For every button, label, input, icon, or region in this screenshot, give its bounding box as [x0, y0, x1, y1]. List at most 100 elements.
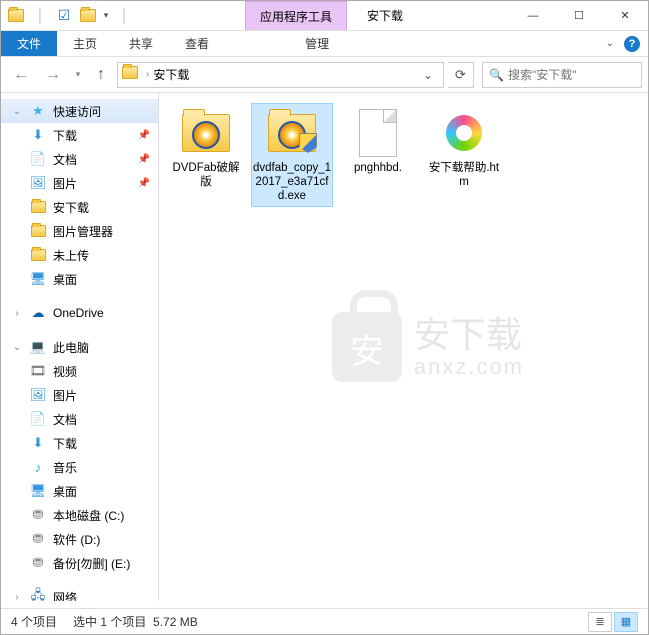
expand-icon[interactable]: ›	[11, 592, 23, 602]
titlebar: | ☑ ▾ | 应用程序工具 安下载 — ☐ ✕	[1, 1, 648, 31]
expand-icon[interactable]: ⌄	[11, 106, 23, 117]
new-folder-icon[interactable]	[77, 5, 99, 27]
sidebar-onedrive[interactable]: ›☁OneDrive	[1, 301, 158, 325]
window-controls: — ☐ ✕	[510, 1, 648, 30]
sidebar-item-label: 未上传	[53, 247, 89, 264]
file-item-htm[interactable]: 安下载帮助.htm	[423, 103, 505, 207]
folder-fox-icon	[180, 107, 232, 159]
expand-icon[interactable]: ›	[11, 308, 23, 319]
download-icon: ⬇	[29, 126, 47, 144]
tab-file[interactable]: 文件	[1, 31, 57, 56]
sidebar-item-label: 文档	[53, 151, 77, 168]
sidebar-item-label: 图片	[53, 175, 77, 192]
pin-icon: 📌	[138, 130, 150, 141]
breadcrumb-separator-icon: ›	[146, 69, 149, 80]
properties-icon[interactable]: ☑	[53, 5, 75, 27]
sidebar-videos[interactable]: 🎞视频	[1, 359, 158, 383]
maximize-button[interactable]: ☐	[556, 1, 602, 30]
blank-file-icon	[352, 107, 404, 159]
close-button[interactable]: ✕	[602, 1, 648, 30]
star-icon: ★	[29, 102, 47, 120]
help-icon[interactable]: ?	[624, 36, 640, 52]
sidebar-music[interactable]: ♪ 音乐	[1, 455, 158, 479]
search-input[interactable]	[508, 68, 635, 82]
file-item-exe[interactable]: dvdfab_copy_12017_e3a71cfd.exe	[251, 103, 333, 207]
tab-home[interactable]: 主页	[57, 31, 113, 56]
nav-up-button[interactable]: ↑	[89, 63, 113, 87]
qat-customize-dropdown[interactable]: ▾	[101, 5, 111, 27]
sidebar-item-label: 桌面	[53, 271, 77, 288]
folder-icon	[29, 222, 47, 240]
nav-history-dropdown[interactable]: ▾	[71, 69, 85, 80]
navigation-bar: ← → ▾ ↑ › 安下载 ⌄ ⟳ 🔍	[1, 57, 648, 93]
sidebar-desktop2[interactable]: 🖥 桌面	[1, 479, 158, 503]
ribbon-tabs: 文件 主页 共享 查看 管理 ⌄ ?	[1, 31, 648, 57]
sidebar-documents[interactable]: 📄文档📌	[1, 147, 158, 171]
exe-shield-icon	[266, 107, 318, 159]
sidebar-downloads[interactable]: ⬇ 下载 📌	[1, 123, 158, 147]
sidebar-pictures2[interactable]: 🖼图片	[1, 383, 158, 407]
document-icon: 📄	[29, 410, 47, 428]
file-list-pane[interactable]: DVDFab破解版 dvdfab_copy_12017_e3a71cfd.exe…	[159, 93, 648, 601]
ribbon-collapse-button[interactable]: ⌄	[606, 38, 614, 49]
onedrive-icon: ☁	[29, 304, 47, 322]
tab-share[interactable]: 共享	[113, 31, 169, 56]
sidebar-item-label: 软件 (D:)	[53, 531, 100, 548]
sidebar-pictures[interactable]: 🖼图片📌	[1, 171, 158, 195]
view-icons-button[interactable]: ▦	[614, 612, 638, 632]
download-icon: ⬇	[29, 434, 47, 452]
nav-forward-button[interactable]: →	[39, 61, 67, 89]
contextual-tabs: 应用程序工具	[245, 1, 347, 30]
sidebar-quick-access[interactable]: ⌄ ★ 快速访问	[1, 99, 158, 123]
tab-view[interactable]: 查看	[169, 31, 225, 56]
sidebar-anxz[interactable]: 安下载	[1, 195, 158, 219]
drive-icon: ⛃	[29, 530, 47, 548]
sidebar-desktop[interactable]: 🖥桌面	[1, 267, 158, 291]
sidebar-downloads2[interactable]: ⬇下载	[1, 431, 158, 455]
folder-icon	[29, 246, 47, 264]
expand-icon[interactable]: ⌄	[11, 342, 23, 353]
search-icon: 🔍	[489, 68, 504, 82]
sidebar-drive-c[interactable]: ⛃ 本地磁盘 (C:)	[1, 503, 158, 527]
sidebar-drive-d[interactable]: ⛃ 软件 (D:)	[1, 527, 158, 551]
tab-manage[interactable]: 管理	[289, 31, 345, 56]
sidebar-documents2[interactable]: 📄文档	[1, 407, 158, 431]
sidebar-item-label: 本地磁盘 (C:)	[53, 507, 124, 524]
window-title: 安下载	[347, 1, 423, 30]
app-tools-tab-header: 应用程序工具	[245, 1, 347, 30]
file-item-folder[interactable]: DVDFab破解版	[165, 103, 247, 207]
navigation-tree: ⌄ ★ 快速访问 ⬇下载📌 📄文档📌 🖼图片📌 安下载 图片管理器 未上传 🖥桌…	[1, 93, 159, 601]
drive-icon: ⛃	[29, 506, 47, 524]
minimize-button[interactable]: —	[510, 1, 556, 30]
location-folder-icon	[122, 66, 138, 84]
sidebar-item-label: 桌面	[53, 483, 77, 500]
file-item-blank[interactable]: pnghhbd.	[337, 103, 419, 207]
file-name-label: pnghhbd.	[354, 161, 402, 175]
nav-back-button[interactable]: ←	[7, 61, 35, 89]
sidebar-this-pc[interactable]: ⌄💻此电脑	[1, 335, 158, 359]
breadcrumb-current[interactable]: 安下载	[153, 66, 189, 83]
music-icon: ♪	[29, 458, 47, 476]
view-details-button[interactable]: ≣	[588, 612, 612, 632]
address-dropdown-button[interactable]: ⌄	[417, 64, 439, 86]
picture-icon: 🖼	[29, 174, 47, 192]
folder-icon	[29, 198, 47, 216]
sidebar-drive-e[interactable]: ⛃备份[勿删] (E:)	[1, 551, 158, 575]
sidebar-pic-manager[interactable]: 图片管理器	[1, 219, 158, 243]
sidebar-network[interactable]: › 🖧 网络	[1, 585, 158, 601]
sidebar-not-uploaded[interactable]: 未上传	[1, 243, 158, 267]
refresh-button[interactable]: ⟳	[448, 62, 474, 88]
sidebar-item-label: 音乐	[53, 459, 77, 476]
app-icon[interactable]	[5, 5, 27, 27]
watermark-lock-icon	[332, 312, 402, 382]
desktop-icon: 🖥	[29, 482, 47, 500]
search-box[interactable]: 🔍	[482, 62, 642, 88]
sidebar-item-label: 快速访问	[53, 103, 101, 120]
address-bar[interactable]: › 安下载 ⌄	[117, 62, 444, 88]
video-icon: 🎞	[29, 362, 47, 380]
watermark-line1: 安下载	[414, 315, 524, 355]
sidebar-item-label: 网络	[53, 589, 77, 602]
status-selection: 选中 1 个项目 5.72 MB	[73, 613, 198, 630]
network-icon: 🖧	[29, 588, 47, 601]
sidebar-item-label: 下载	[53, 127, 77, 144]
